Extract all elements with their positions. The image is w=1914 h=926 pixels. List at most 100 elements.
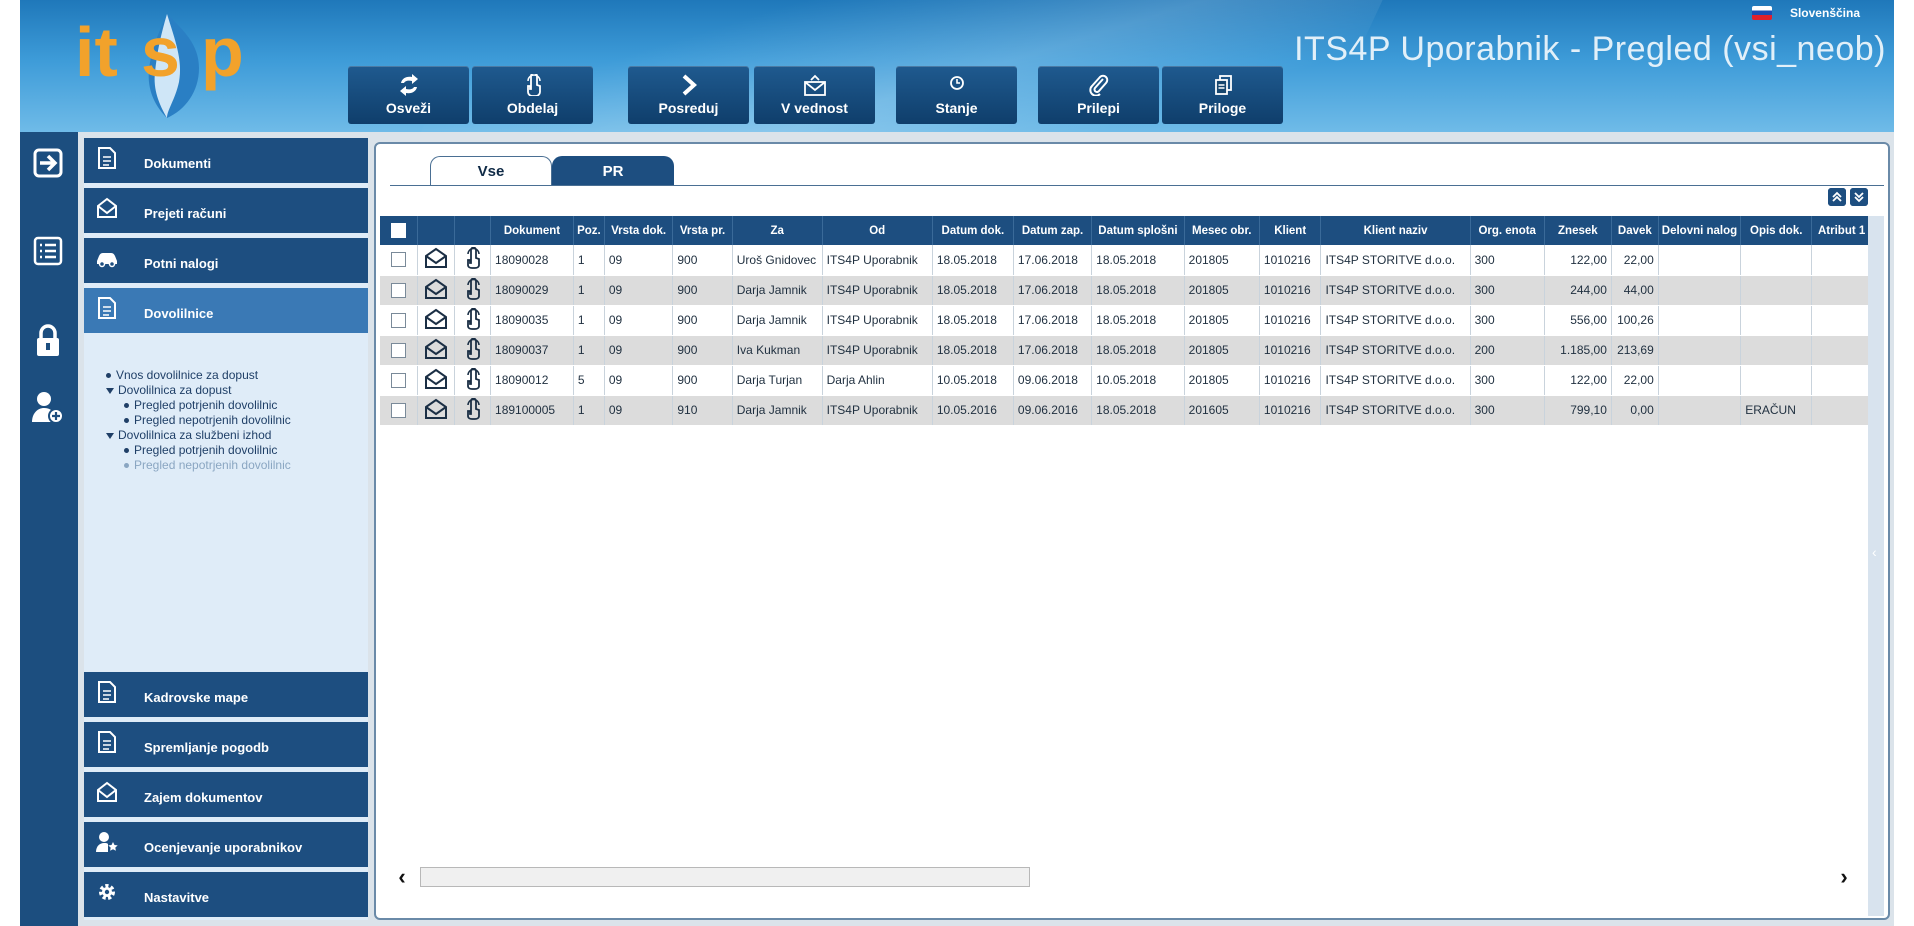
table-cell: [1811, 245, 1872, 276]
table-cell: ITS4P Uporabnik: [822, 245, 933, 276]
col-vrsta-pr[interactable]: Vrsta pr.: [672, 216, 733, 245]
row-process-button[interactable]: [454, 365, 492, 396]
tree-folder[interactable]: Dovolilnica za službeni izhod: [106, 428, 291, 443]
col-datum-dok[interactable]: Datum dok.: [932, 216, 1014, 245]
tree-folder[interactable]: Dovolilnica za dopust: [106, 383, 291, 398]
language-selector[interactable]: Slovenščina: [1751, 6, 1860, 20]
add-user-icon[interactable]: [29, 388, 67, 426]
tree-item[interactable]: Pregled nepotrjenih dovolilnic: [106, 413, 291, 428]
nav-spremljanje-pogodb[interactable]: Spremljanje pogodb: [84, 722, 368, 767]
row-process-button[interactable]: [454, 335, 492, 366]
row-mail-button[interactable]: [417, 365, 456, 396]
attachments-button[interactable]: Priloge: [1162, 66, 1283, 124]
col-atribut-1[interactable]: Atribut 1: [1811, 216, 1872, 245]
col-znesek[interactable]: Znesek: [1544, 216, 1612, 245]
row-checkbox[interactable]: [380, 305, 419, 336]
expand-up-icon[interactable]: [1828, 188, 1846, 206]
row-mail-button[interactable]: [417, 335, 456, 366]
row-process-button[interactable]: [454, 395, 492, 426]
table-row[interactable]: 18090029 1 09 900 Darja Jamnik ITS4P Uporabni…: [380, 275, 1872, 306]
col-opis-dok[interactable]: Opis dok.: [1740, 216, 1813, 245]
tree-item[interactable]: Pregled nepotrjenih dovolilnic: [106, 458, 291, 473]
vertical-scrollbar[interactable]: [1868, 216, 1884, 916]
tab-vse[interactable]: Vse: [430, 156, 552, 186]
table-cell: 09: [604, 365, 674, 396]
table-cell: 18.05.2018: [1091, 395, 1185, 426]
nav-nastavitve[interactable]: Nastavitve: [84, 872, 368, 917]
col-datum-splosni[interactable]: Datum splošni: [1091, 216, 1185, 245]
col-dokument[interactable]: Dokument: [490, 216, 574, 245]
row-checkbox[interactable]: [380, 335, 419, 366]
row-process-button[interactable]: [454, 305, 492, 336]
col-datum-zap[interactable]: Datum zap.: [1013, 216, 1093, 245]
paste-button[interactable]: Prilepi: [1038, 66, 1159, 124]
expand-down-icon[interactable]: [1850, 188, 1868, 206]
forward-button[interactable]: Posreduj: [628, 66, 749, 124]
row-mail-button[interactable]: [417, 305, 456, 336]
col-mesec-obr[interactable]: Mesec obr.: [1184, 216, 1260, 245]
cc-button[interactable]: V vednost: [754, 66, 875, 124]
col-poz[interactable]: Poz.: [573, 216, 605, 245]
table-cell: [1658, 275, 1742, 306]
nav-kadrovske-mape[interactable]: Kadrovske mape: [84, 672, 368, 717]
col-za[interactable]: Za: [732, 216, 823, 245]
row-checkbox[interactable]: [380, 365, 419, 396]
collapse-panel-icon[interactable]: ‹: [1872, 544, 1884, 564]
table-cell: 18.05.2018: [1091, 275, 1185, 306]
table-cell: [1811, 365, 1872, 396]
col-vrsta-dok[interactable]: Vrsta dok.: [604, 216, 674, 245]
table-cell: 1: [573, 305, 605, 336]
col-davek[interactable]: Davek: [1611, 216, 1659, 245]
row-process-button[interactable]: [454, 245, 492, 276]
table-row[interactable]: 18090028 1 09 900 Uroš Gnidovec ITS4P Uporabn…: [380, 245, 1872, 276]
table-row[interactable]: 189100005 1 09 910 Darja Jamnik ITS4P Uporabn…: [380, 395, 1872, 426]
col-klient[interactable]: Klient: [1259, 216, 1322, 245]
horizontal-scrollbar[interactable]: [420, 867, 1030, 887]
col-org-enota[interactable]: Org. enota: [1470, 216, 1545, 245]
nav-zajem-dokumentov[interactable]: Zajem dokumentov: [84, 772, 368, 817]
scroll-left-arrow[interactable]: ‹: [392, 864, 412, 889]
header-icon-col: [417, 216, 456, 245]
scroll-right-arrow[interactable]: ›: [1834, 864, 1854, 889]
col-delovni-nalog[interactable]: Delovni nalog: [1658, 216, 1742, 245]
lock-icon[interactable]: [29, 322, 67, 360]
logout-icon[interactable]: [29, 144, 67, 182]
row-mail-button[interactable]: [417, 275, 456, 306]
table-row[interactable]: 18090035 1 09 900 Darja Jamnik ITS4P Uporabni…: [380, 305, 1872, 336]
table-cell: 213,69: [1611, 335, 1659, 366]
touch-icon: [466, 337, 480, 360]
row-checkbox[interactable]: [380, 395, 419, 426]
nav-dovolilnice[interactable]: Dovolilnice: [84, 288, 368, 333]
touch-icon: [466, 397, 480, 420]
row-checkbox[interactable]: [380, 245, 419, 276]
envelope-icon: [97, 781, 117, 802]
table-body: 18090028 1 09 900 Uroš Gnidovec ITS4P Uporabn…: [380, 245, 1872, 426]
table-cell: [1658, 395, 1742, 426]
nav-potni-nalogi[interactable]: Potni nalogi: [84, 238, 368, 283]
row-checkbox[interactable]: [380, 275, 419, 306]
select-all-checkbox[interactable]: [380, 216, 419, 245]
tab-pr[interactable]: PR: [552, 156, 674, 186]
tree-item[interactable]: Pregled potrjenih dovolilnic: [106, 398, 291, 413]
row-process-button[interactable]: [454, 275, 492, 306]
refresh-button[interactable]: Osveži: [348, 66, 469, 124]
table-cell: 22,00: [1611, 245, 1659, 276]
table-row[interactable]: 18090012 5 09 900 Darja Turjan Darja Ahlin 10.…: [380, 365, 1872, 396]
list-icon[interactable]: [29, 232, 67, 270]
process-button[interactable]: Obdelaj: [472, 66, 593, 124]
nav-dokumenti[interactable]: Dokumenti: [84, 138, 368, 183]
nav-ocenjevanje-uporabnikov[interactable]: Ocenjevanje uporabnikov: [84, 822, 368, 867]
tree-item[interactable]: Pregled potrjenih dovolilnic: [106, 443, 291, 458]
table-cell: 17.06.2018: [1013, 335, 1093, 366]
table-cell: ITS4P STORITVE d.o.o.: [1320, 365, 1471, 396]
status-button[interactable]: Stanje: [896, 66, 1017, 124]
col-klient-naziv[interactable]: Klient naziv: [1320, 216, 1471, 245]
table-cell: [1658, 365, 1742, 396]
row-mail-button[interactable]: [417, 395, 456, 426]
tree-item[interactable]: Vnos dovolilnice za dopust: [106, 368, 291, 383]
nav-prejeti-racuni[interactable]: Prejeti računi: [84, 188, 368, 233]
col-od[interactable]: Od: [822, 216, 933, 245]
touch-icon: [466, 367, 480, 390]
row-mail-button[interactable]: [417, 245, 456, 276]
table-row[interactable]: 18090037 1 09 900 Iva Kukman ITS4P Uporabnik 1…: [380, 335, 1872, 366]
